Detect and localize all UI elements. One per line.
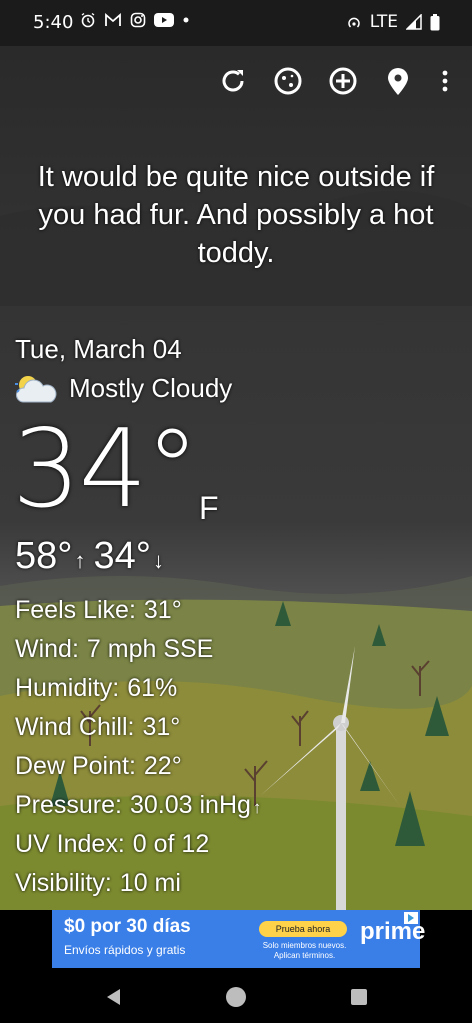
detail-pressure: Pressure: 30.03 inHg ↑	[15, 791, 262, 819]
signal-icon	[406, 14, 422, 30]
detail-dew-point: Dew Point: 22°	[15, 752, 182, 780]
ad-members-note: Solo miembros nuevos. Aplican términos.	[262, 941, 347, 960]
ad-cta-button[interactable]: Prueba ahora	[259, 921, 347, 937]
refresh-icon	[222, 70, 244, 92]
detail-feels-like: Feels Like: 31°	[15, 596, 182, 624]
youtube-icon	[154, 13, 174, 27]
instagram-icon	[130, 12, 146, 28]
more-vert-icon	[442, 70, 448, 92]
detail-humidity: Humidity: 61%	[15, 674, 178, 702]
status-time: 5:40	[33, 12, 74, 33]
ad-banner[interactable]: $0 por 30 días Envíos rápidos y gratis P…	[52, 910, 425, 968]
network-type: LTE	[369, 12, 398, 32]
high-arrow: ↑	[74, 548, 86, 573]
system-nav-bar	[0, 972, 472, 1023]
hotspot-icon	[348, 17, 360, 28]
ad-title: $0 por 30 días	[64, 916, 191, 937]
detail-visibility: Visibility: 10 mi	[15, 869, 181, 897]
gmail-icon	[105, 13, 121, 26]
low-arrow: ↓	[152, 548, 164, 573]
ad-choices-icon[interactable]	[404, 912, 418, 924]
back-button[interactable]	[100, 984, 126, 1010]
high-temperature: 58°	[15, 535, 73, 577]
alarm-icon	[81, 12, 95, 28]
recents-icon	[351, 989, 367, 1005]
battery-icon	[430, 13, 440, 30]
recents-button[interactable]	[346, 984, 372, 1010]
condition-row: Mostly Cloudy	[15, 373, 232, 404]
overflow-menu-button[interactable]	[428, 64, 462, 98]
moon-phase-icon	[274, 67, 302, 95]
home-button[interactable]	[223, 984, 249, 1010]
add-location-icon	[329, 67, 357, 95]
high-low-temperature: 58° ↑ 34° ↓	[15, 535, 172, 578]
detail-wind-chill: Wind Chill: 31°	[15, 713, 181, 741]
add-location-button[interactable]	[326, 64, 360, 98]
weather-quote: It would be quite nice outside if you ha…	[37, 161, 435, 269]
current-temperature: 34°	[12, 407, 199, 532]
ad-subtitle: Envíos rápidos y gratis	[64, 943, 186, 957]
ad-banner-area: $0 por 30 días Envíos rápidos y gratis P…	[0, 910, 472, 972]
forecast-date: Tue, March 04	[15, 334, 182, 364]
pressure-trend-arrow: ↑	[252, 798, 262, 817]
home-icon	[226, 987, 246, 1007]
low-temperature: 34°	[93, 535, 151, 577]
refresh-button[interactable]	[216, 64, 250, 98]
detail-wind: Wind: 7 mph SSE	[15, 635, 214, 663]
moon-phase-button[interactable]	[271, 64, 305, 98]
back-icon	[107, 989, 120, 1005]
condition-text: Mostly Cloudy	[69, 373, 233, 403]
location-button[interactable]	[381, 64, 415, 98]
dot-icon	[183, 17, 189, 23]
detail-uv-index: UV Index: 0 of 12	[15, 830, 210, 858]
location-pin-icon	[388, 68, 408, 95]
temperature-unit: F	[199, 490, 219, 526]
weather-details-list: Feels Like: 31° Wind: 7 mph SSE Humidity: 6…	[15, 596, 261, 908]
mostly-cloudy-icon	[15, 375, 57, 402]
status-bar: 5:40 LTE	[0, 0, 472, 46]
